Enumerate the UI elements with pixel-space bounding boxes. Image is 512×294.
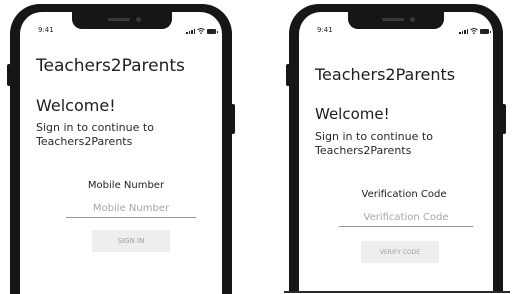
- signal-icon-2: [459, 29, 468, 34]
- verification-code-label: Verification Code: [361, 189, 447, 200]
- side-button-left-2: [286, 64, 290, 86]
- status-icons: [186, 28, 218, 34]
- battery-icon: [207, 29, 218, 34]
- status-icons-2: [459, 28, 491, 34]
- wifi-icon-2: [470, 28, 478, 34]
- side-button-right: [231, 104, 235, 134]
- screen-verify-code: 9:41 Teachers2Parents Welcome! Sign in t…: [299, 12, 493, 291]
- side-button-right-2: [502, 104, 506, 134]
- sign-in-button[interactable]: SIGN IN: [92, 230, 170, 252]
- base-line: [284, 291, 510, 293]
- notch: [72, 12, 172, 29]
- mobile-number-input[interactable]: [66, 199, 196, 218]
- status-time-2: 9:41: [317, 26, 333, 34]
- app-title-2: Teachers2Parents: [315, 65, 456, 84]
- wifi-icon: [197, 28, 205, 34]
- welcome-heading: Welcome!: [36, 96, 116, 115]
- phone-frame-left: 9:41 Teachers2Parents Welcome! Sign in t…: [7, 4, 235, 294]
- battery-icon-2: [480, 29, 491, 34]
- verification-code-input[interactable]: [339, 208, 473, 227]
- welcome-subtitle-2: Sign in to continue to Teachers2Parents: [315, 130, 433, 158]
- app-title: Teachers2Parents: [36, 56, 185, 76]
- screen-sign-in: 9:41 Teachers2Parents Welcome! Sign in t…: [20, 12, 222, 294]
- mobile-number-label: Mobile Number: [87, 180, 165, 191]
- verify-code-button[interactable]: VERIFY CODE: [361, 241, 439, 263]
- signal-icon: [186, 29, 195, 34]
- phone-frame-right: 9:41 Teachers2Parents Welcome! Sign in t…: [286, 4, 506, 291]
- side-button-left: [7, 64, 11, 86]
- welcome-heading-2: Welcome!: [315, 105, 390, 123]
- welcome-subtitle: Sign in to continue to Teachers2Parents: [36, 121, 154, 149]
- notch-2: [348, 12, 444, 29]
- status-time: 9:41: [38, 26, 54, 34]
